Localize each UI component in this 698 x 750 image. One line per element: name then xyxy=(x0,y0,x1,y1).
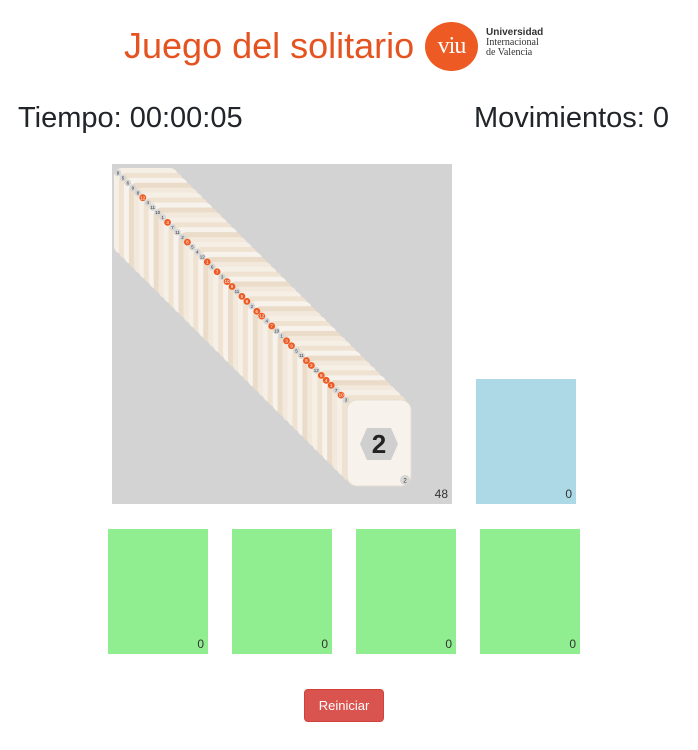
foundation-count-1: 0 xyxy=(197,637,204,651)
stacked-cards[interactable]: 9569812411101371128541216731091158261247… xyxy=(112,164,452,504)
card-badge-number: 12 xyxy=(200,255,206,260)
foundation-pile-2[interactable]: 0 xyxy=(232,529,332,654)
card-badge-number: 12 xyxy=(314,368,320,373)
foundation-pile-1[interactable]: 0 xyxy=(108,529,208,654)
page-header: Juego del solitario viu Universidad Inte… xyxy=(0,20,698,76)
restart-button[interactable]: Reiniciar xyxy=(304,689,384,722)
card-badge-number: 11 xyxy=(175,230,180,235)
stock-pile[interactable]: 9 5 6 9 8 12 4 11 10 1 3 7 11 2 8 5 4 12 1 6 7 3 10 9 11 5 8 2 6 12 4 7… xyxy=(112,164,452,504)
foundation-pile-4[interactable]: 0 xyxy=(480,529,580,654)
stats-bar: Tiempo: 00:00:05 Movimientos: 0 xyxy=(0,100,698,136)
moves-counter: Movimientos: 0 xyxy=(473,102,669,134)
stock-count: 48 xyxy=(434,487,448,501)
foundation-count-4: 0 xyxy=(569,637,576,651)
foundation-count-3: 0 xyxy=(445,637,452,651)
foundation-count-2: 0 xyxy=(321,637,328,651)
foundation-pile-3[interactable]: 0 xyxy=(356,529,456,654)
timer-display: Tiempo: 00:00:05 xyxy=(18,102,243,134)
viu-logo-icon: viu xyxy=(425,22,478,71)
card-badge-number: 10 xyxy=(155,210,161,215)
logo-wordmark: Universidad Internacional de Valencia xyxy=(486,28,543,58)
waste-pile[interactable]: 0 xyxy=(476,379,576,504)
card-badge-number: 10 xyxy=(225,279,231,284)
card-badge-number: 11 xyxy=(235,289,240,294)
logo-line-3: de Valencia xyxy=(486,47,533,58)
waste-count: 0 xyxy=(565,487,572,501)
card-badge-number: 12 xyxy=(259,314,265,319)
card-badges: 9569812411101371128541216731091158261247… xyxy=(114,169,350,404)
top-card-number: 2 xyxy=(372,429,386,459)
page-title: Juego del solitario xyxy=(124,25,415,66)
logo-mark-text: viu xyxy=(437,33,467,59)
top-card[interactable]: 2 2 xyxy=(346,399,412,487)
card-badge-number: 11 xyxy=(299,353,304,358)
card-badge-number: 12 xyxy=(140,195,146,200)
card-badge-number: 10 xyxy=(339,393,345,398)
card-badge-number: 10 xyxy=(274,329,280,334)
